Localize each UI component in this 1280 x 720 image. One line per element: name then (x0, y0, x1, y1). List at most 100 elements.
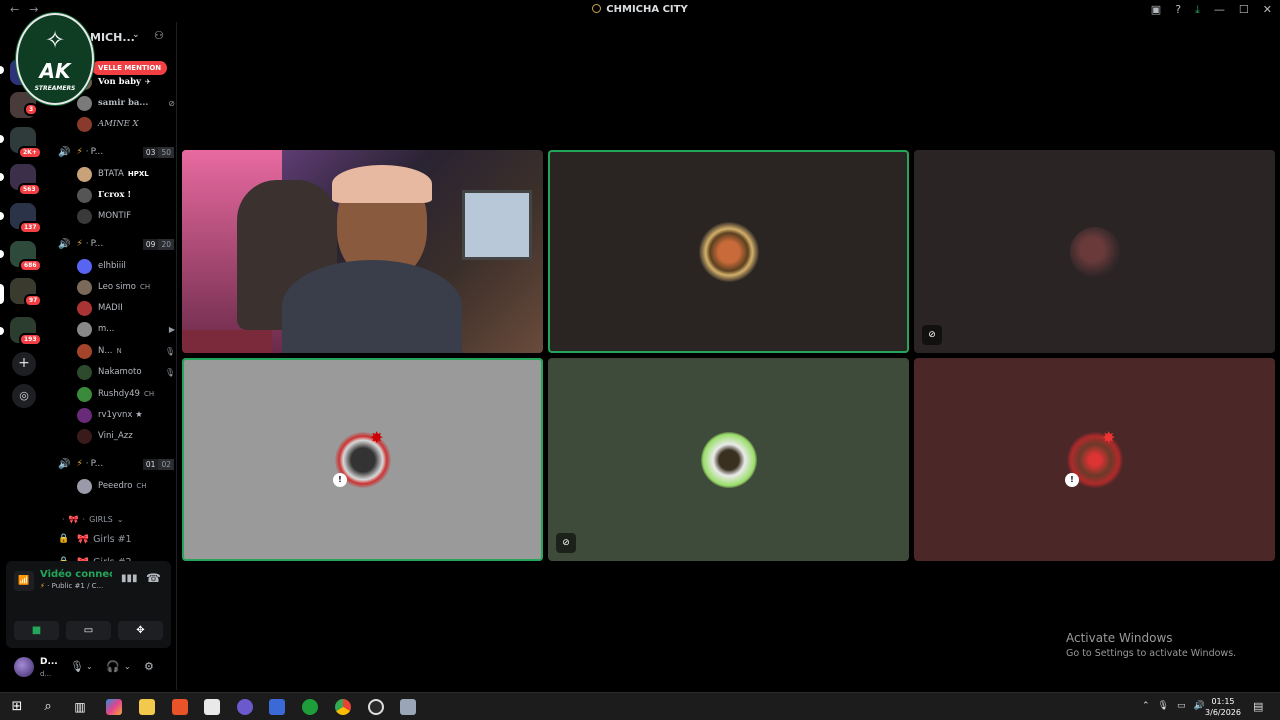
video-tile-user[interactable]: ⊘ (548, 358, 909, 561)
chevron-down-icon[interactable]: ⌄ (86, 662, 93, 671)
voice-user[interactable]: MONTIF (77, 207, 175, 225)
mic-icon[interactable]: 🎙 (1158, 701, 1169, 711)
voice-channel[interactable]: 🔊 ⚡ · P... 09 20 (58, 235, 174, 253)
avatar (77, 364, 92, 380)
chevron-down-icon: ⌄ (116, 515, 124, 524)
plane-icon: ✈ (144, 78, 151, 86)
voice-user[interactable]: Peeedro CH (77, 477, 175, 495)
app-icon[interactable] (269, 699, 285, 715)
voice-user[interactable]: Vini_Azz (77, 427, 175, 445)
maximize-icon[interactable]: ☐ (1239, 3, 1249, 17)
xbox-icon[interactable] (302, 699, 318, 715)
noise-suppression-icon[interactable]: ▮▮▮ (121, 573, 138, 584)
avatar (77, 407, 92, 423)
video-tile-user[interactable]: ⊘ (914, 150, 1275, 353)
avatar (77, 478, 92, 494)
video-tile-user[interactable]: ! ✸ (182, 358, 543, 561)
headphones-icon[interactable]: 🎧 (106, 660, 120, 673)
chevron-down-icon[interactable]: ⌄ (124, 662, 131, 671)
chrome-icon[interactable] (335, 699, 351, 715)
voice-channel[interactable]: 🔊 ⚡ · P... 03 50 (58, 143, 174, 161)
invite-people-icon[interactable]: ⚇ (154, 29, 164, 42)
voice-user[interactable]: AMINE X (77, 115, 175, 133)
system-tray: ⌃ 🎙 ▭ 🔊 (1142, 701, 1205, 711)
windows-start-icon[interactable]: ⊞ (9, 699, 25, 715)
voice-user[interactable]: samir ba... ⊘ (77, 94, 175, 112)
gear-icon[interactable]: ⚙ (144, 660, 154, 673)
copilot-icon[interactable] (106, 699, 122, 715)
voice-user[interactable]: N... N 🎙 (77, 342, 175, 360)
user-limit: 02 (158, 458, 174, 470)
clock[interactable]: 01:15 3/6/2026 (1203, 696, 1243, 718)
dot-separator: · (82, 515, 86, 524)
mention-badge: 193 (19, 333, 42, 346)
video-tile-user[interactable]: ! ✸ (914, 358, 1275, 561)
clock-date: 3/6/2026 (1205, 708, 1241, 717)
add-server-icon[interactable]: + (12, 352, 36, 376)
search-icon[interactable]: ⌕ (40, 699, 56, 715)
network-icon[interactable]: ▭ (1177, 701, 1186, 711)
user-name: samir ba... (98, 98, 149, 108)
category-girls[interactable]: · 🎀 · GIRLS ⌄ (62, 515, 123, 524)
channel-name: P... (90, 459, 104, 469)
signal-icon[interactable]: 📶 (14, 571, 34, 591)
voice-channel-path[interactable]: ⚡ · Public #1 / C... (40, 582, 103, 590)
camera-button[interactable]: ■ (14, 621, 59, 640)
avatar[interactable] (14, 657, 34, 677)
user-name: AMINE X (98, 119, 139, 129)
status-badge: ! (333, 473, 347, 487)
video-tile-user[interactable] (548, 150, 909, 353)
user-limit-counter: 09 20 (142, 238, 174, 250)
chevron-up-icon[interactable]: ⌃ (1142, 701, 1150, 711)
activities-button[interactable]: ✥ (118, 621, 163, 640)
close-icon[interactable]: ✕ (1263, 3, 1272, 17)
screen-share-button[interactable]: ▭ (66, 621, 111, 640)
app-icon[interactable] (237, 699, 253, 715)
voice-user[interactable]: Nakamoto 🎙 (77, 363, 175, 381)
user-name: BTATA (98, 169, 124, 179)
avatar (77, 386, 92, 402)
voice-user[interactable]: Γcrox ! (77, 186, 175, 204)
minimize-icon[interactable]: — (1214, 3, 1225, 17)
bolt-icon: ⚡ (76, 239, 83, 249)
task-view-icon[interactable]: ▥ (72, 699, 88, 715)
video-tile-streamer[interactable] (182, 150, 543, 353)
user-name: m... (98, 324, 115, 334)
obs-icon[interactable] (368, 699, 384, 715)
user-panel: D... d... 🎙 ⌄ 🎧 ⌄ ⚙ (6, 652, 171, 686)
person-jacket (282, 260, 462, 353)
disconnect-icon[interactable]: ☎ (146, 571, 161, 585)
mic-icon[interactable]: 🎙 (70, 660, 84, 673)
avatar (77, 428, 92, 444)
locked-channel[interactable]: 🔒 🎀 Girls #1 (58, 530, 132, 548)
notification-icon[interactable]: ▤ (1253, 700, 1263, 713)
window-title-text: CHMICHA CITY (606, 4, 688, 15)
voice-user[interactable]: m... ▶ (77, 320, 175, 338)
voice-user[interactable]: BTATA HPXL (77, 165, 175, 183)
windows-taskbar: ⊞ ⌕ ▥ ⌃ 🎙 ▭ 🔊 01:15 3/6/2026 ▤ (0, 692, 1280, 720)
user-tag: HPXL (127, 170, 149, 178)
voice-user[interactable]: Rushdy49 CH (77, 385, 175, 403)
chevron-down-icon: ⌄ (132, 30, 140, 40)
lock-icon: 🔒 (58, 534, 70, 544)
voice-user[interactable]: Leo simo CH (77, 278, 175, 296)
file-explorer-icon[interactable] (139, 699, 155, 715)
help-icon[interactable]: ? (1175, 3, 1181, 17)
channel-name: P... (90, 239, 104, 249)
brave-browser-icon[interactable] (172, 699, 188, 715)
voice-channel[interactable]: 🔊 ⚡ · P... 01 02 (58, 455, 174, 473)
mention-badge: 97 (24, 294, 43, 307)
mic-muted-icon: ⊘ (168, 98, 175, 108)
bolt-icon: ⚡ (76, 459, 83, 469)
store-icon[interactable] (204, 699, 220, 715)
app-icon[interactable] (400, 699, 416, 715)
user-avatar (698, 221, 759, 282)
speaker-icon: 🔊 (58, 146, 71, 158)
discover-compass-icon[interactable]: ◎ (12, 384, 36, 408)
inbox-icon[interactable]: ▣ (1151, 3, 1161, 17)
voice-user[interactable]: MADII (77, 299, 175, 317)
download-icon[interactable]: ⤓ (1195, 3, 1200, 17)
user-name: rv1yvnx ★ (98, 410, 143, 420)
voice-user[interactable]: elhbiiil (77, 257, 175, 275)
voice-user[interactable]: rv1yvnx ★ (77, 406, 175, 424)
